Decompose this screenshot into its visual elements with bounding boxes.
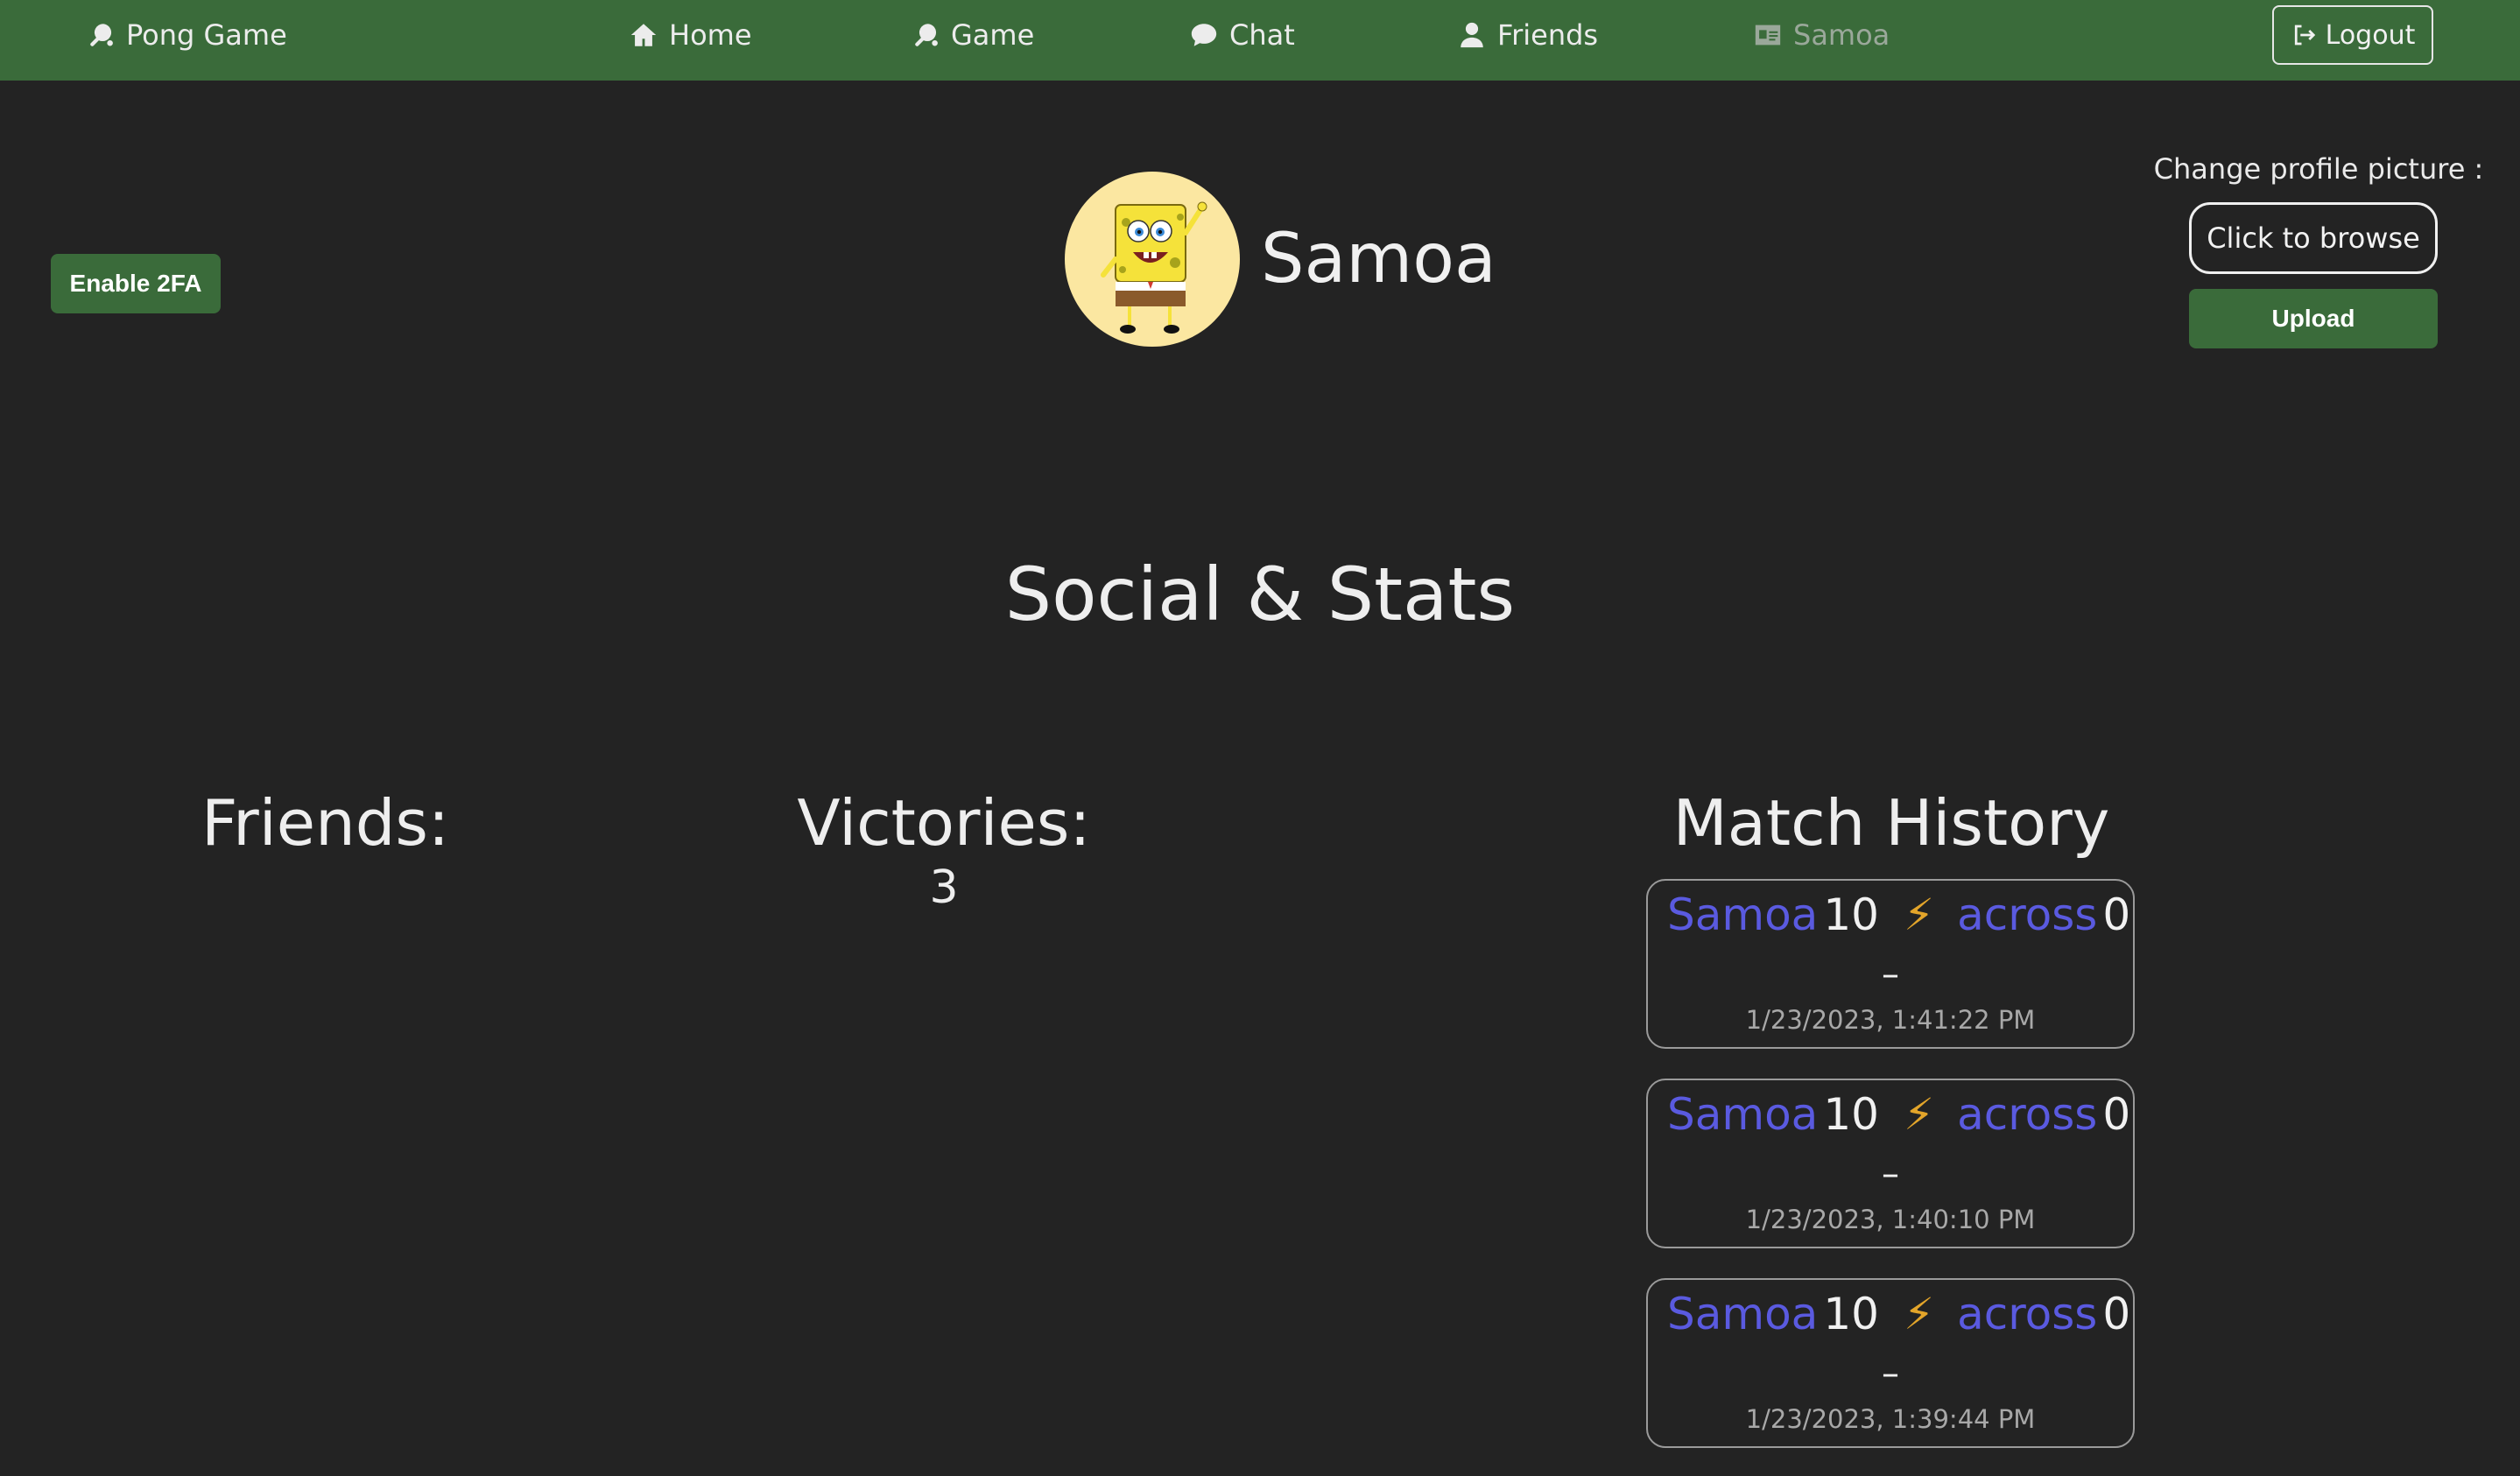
logout-label: Logout [2325,19,2416,51]
match-card: Samoa 10 ⚡ across 0 – 1/23/2023, 1:40:10… [1646,1079,2135,1248]
match-separator: – [1882,1353,1899,1394]
match-player1-link[interactable]: Samoa [1667,1289,1818,1339]
bolt-icon: ⚡ [1903,889,1935,940]
victories-count: 3 [929,861,959,914]
nav-home-label: Home [669,18,752,52]
nav-item-friends[interactable]: Friends [1457,0,1598,70]
avatar [1065,172,1240,347]
nav-profile-label: Samoa [1793,18,1890,52]
nav-item-home[interactable]: Home [629,0,752,70]
match-date: 1/23/2023, 1:40:10 PM [1745,1205,2036,1234]
match-card: Samoa 10 ⚡ across 0 – 1/23/2023, 1:41:22… [1646,879,2135,1049]
friends-heading: Friends: [201,786,450,860]
match-player1-score: 10 [1823,1289,1879,1339]
match-date: 1/23/2023, 1:41:22 PM [1745,1005,2036,1035]
nav-item-profile[interactable]: Samoa [1753,0,1890,70]
change-picture-label: Change profile picture : [2153,152,2484,186]
victories-heading: Victories: [797,786,1091,860]
upload-button[interactable]: Upload [2189,289,2438,348]
match-player2-link[interactable]: across [1957,1289,2097,1339]
profile-username: Samoa [1261,220,1496,299]
nav-brand[interactable]: Pong Game [86,0,287,70]
match-separator: – [1882,954,1899,995]
top-navbar: Pong Game Home Game Chat Friends Samoa L… [0,0,2520,81]
match-player1-link[interactable]: Samoa [1667,889,1818,940]
chat-bubble-icon [1191,24,1217,46]
user-icon [1461,22,1483,48]
ping-pong-icon [90,24,113,46]
nav-item-game[interactable]: Game [911,0,1034,70]
browse-file-button[interactable]: Click to browse [2189,202,2438,274]
match-separator: – [1882,1154,1899,1194]
match-player2-link[interactable]: across [1957,889,2097,940]
match-player2-score: 0 [2102,1289,2131,1339]
match-player2-link[interactable]: across [1957,1089,2097,1140]
id-card-icon [1755,25,1781,46]
section-title: Social & Stats [1004,552,1516,637]
nav-friends-label: Friends [1497,18,1599,52]
match-date: 1/23/2023, 1:39:44 PM [1745,1404,2036,1434]
match-card: Samoa 10 ⚡ across 0 – 1/23/2023, 1:39:44… [1646,1278,2135,1448]
ping-pong-icon [915,24,938,46]
match-score-row: Samoa 10 ⚡ across 0 [1667,1089,2150,1140]
match-player2-score: 0 [2102,1089,2131,1140]
bolt-icon: ⚡ [1903,1089,1935,1140]
match-player1-score: 10 [1823,889,1879,940]
enable-2fa-button[interactable]: Enable 2FA [51,254,221,313]
match-player2-score: 0 [2102,889,2131,940]
match-player1-score: 10 [1823,1089,1879,1140]
match-score-row: Samoa 10 ⚡ across 0 [1667,889,2150,940]
nav-item-chat[interactable]: Chat [1189,0,1295,70]
match-score-row: Samoa 10 ⚡ across 0 [1667,1289,2150,1339]
sign-out-icon [2294,25,2315,46]
match-player1-link[interactable]: Samoa [1667,1089,1818,1140]
avatar-image [1101,201,1207,334]
nav-chat-label: Chat [1229,18,1295,52]
nav-game-label: Game [951,18,1035,52]
logout-button[interactable]: Logout [2272,5,2433,65]
match-history-heading: Match History [1672,786,2110,860]
nav-brand-label: Pong Game [126,18,287,52]
bolt-icon: ⚡ [1903,1289,1935,1339]
home-icon [630,24,657,46]
